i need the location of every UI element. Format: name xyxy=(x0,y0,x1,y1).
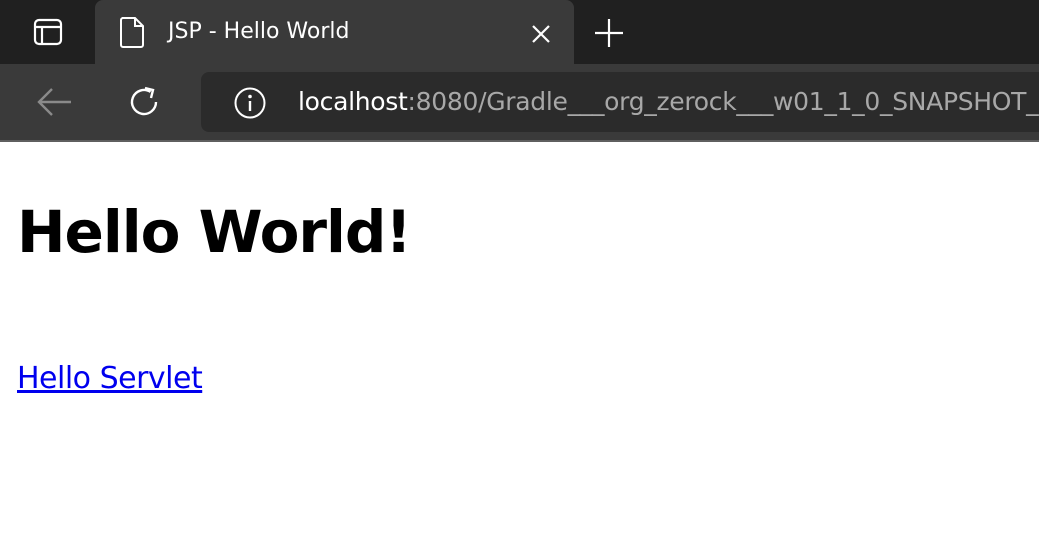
tab-strip: JSP - Hello World xyxy=(0,0,1039,64)
tab-close-button[interactable] xyxy=(527,20,555,48)
address-bar[interactable]: localhost:8080/Gradle___org_zerock___w01… xyxy=(201,72,1039,132)
url-text[interactable]: localhost:8080/Gradle___org_zerock___w01… xyxy=(298,86,1039,118)
tab-actions-icon xyxy=(33,18,63,46)
document-icon xyxy=(120,17,144,48)
back-button[interactable] xyxy=(32,82,78,122)
close-icon xyxy=(532,25,550,43)
url-path: :8080/Gradle___org_zerock___w01_1_0_SNAP… xyxy=(407,87,1039,116)
hello-servlet-link[interactable]: Hello Servlet xyxy=(17,360,203,398)
toolbar: localhost:8080/Gradle___org_zerock___w01… xyxy=(0,64,1039,140)
browser-window: JSP - Hello World localhost:8080/Gradle_… xyxy=(0,0,1039,550)
url-host: localhost xyxy=(298,87,408,116)
tab-actions-button[interactable] xyxy=(26,14,70,50)
new-tab-button[interactable] xyxy=(589,14,629,52)
refresh-button[interactable] xyxy=(121,82,167,122)
page-heading: Hello World! xyxy=(17,198,412,266)
tab-active[interactable]: JSP - Hello World xyxy=(95,0,574,64)
page-content: Hello World! Hello Servlet xyxy=(0,142,1039,550)
info-icon[interactable] xyxy=(233,86,267,120)
arrow-left-icon xyxy=(37,88,71,116)
refresh-icon xyxy=(130,86,158,116)
tab-title: JSP - Hello World xyxy=(168,19,350,44)
plus-icon xyxy=(595,19,623,47)
